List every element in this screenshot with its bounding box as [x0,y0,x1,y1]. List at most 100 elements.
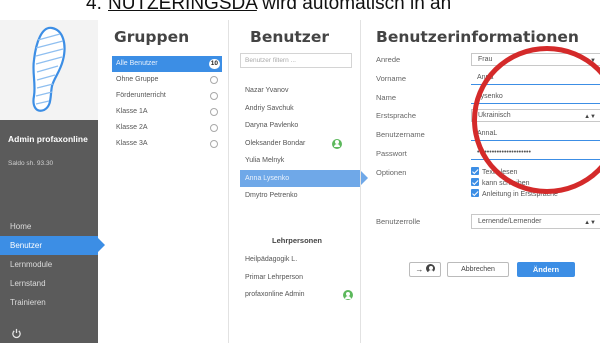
user-profile-icon [343,290,353,300]
nav-home[interactable]: Home [0,217,98,236]
row-passwort: Passwort •••••••••••••••••••••• [376,147,600,161]
column-divider [228,20,229,343]
passwort-input[interactable]: •••••••••••••••••••••• [471,147,600,160]
nav-lernmodule[interactable]: Lernmodule [0,255,98,274]
label-benutzerrolle: Benutzerrolle [376,217,421,226]
groups-title: Gruppen [114,28,190,46]
list-item[interactable]: Daryna Pavlenko [240,117,360,135]
staff-list: Heilpädagogik L. Primar Lehrperson profa… [240,251,360,304]
label-passwort: Passwort [376,149,407,158]
label-anrede: Anrede [376,55,401,64]
group-label: Klasse 1A [116,108,148,115]
benutzerrolle-value: Lernende/Lernender [478,218,542,225]
list-item[interactable]: Primar Lehrperson [240,269,360,287]
cancel-button[interactable]: Abbrechen [447,262,509,277]
sidebar: Admin profaxonline Saldo sh. 93.30 Home … [0,20,105,343]
name-input[interactable]: Lysenko [471,91,600,104]
footprint-logo-icon [32,26,66,112]
group-item-foerderunterricht[interactable]: Förderunterricht [112,88,222,104]
row-name: Name Lysenko [376,91,600,105]
benutzername-input[interactable]: AnnaL [471,128,600,141]
group-label: Förderunterricht [116,92,166,99]
label-vorname: Vorname [376,74,407,83]
option-anleitung-erstsprache[interactable]: Anleitung in Erstsprache [471,189,558,199]
caption-text: NUTZERINGSDA wird automatisch in an [108,0,451,13]
label-erstsprache: Erstsprache [376,111,417,120]
caption-link[interactable]: NUTZERINGSDA [108,0,257,14]
list-item[interactable]: Oleksander Bondar [240,135,360,153]
row-vorname: Vorname Anna [376,72,600,86]
nav-lernstand[interactable]: Lernstand [0,274,98,293]
erstsprache-select[interactable]: Ukrainisch ▲▼ [471,109,600,122]
logo-area [0,20,98,120]
power-icon[interactable] [11,328,22,339]
app-window: Admin profaxonline Saldo sh. 93.30 Home … [0,20,600,343]
account-title: Admin profaxonline [8,134,88,144]
vorname-input[interactable]: Anna [471,72,600,85]
select-arrows-icon: ▲▼ [584,58,596,64]
list-item[interactable]: profaxonline Admin [240,286,360,304]
erstsprache-value: Ukrainisch [478,112,511,119]
group-label: Alle Benutzer [116,60,158,67]
group-item-klasse-3a[interactable]: Klasse 3A [112,136,222,152]
user-info-title: Benutzerinformationen [376,28,579,46]
save-button[interactable]: Ändern [517,262,575,277]
checkbox-checked-icon[interactable] [471,178,479,186]
arrow-right-icon: → [415,265,424,274]
option-label: Anleitung in Erstsprache [482,191,558,198]
group-item-ohne-gruppe[interactable]: Ohne Gruppe [112,72,222,88]
list-item[interactable]: Heilpädagogik L. [240,251,360,269]
row-anrede: Anrede Frau ▲▼ [376,53,600,67]
staff-section-title: Lehrpersonen [272,236,323,245]
checkbox-checked-icon[interactable] [471,189,479,197]
next-user-button[interactable]: → [409,262,441,277]
group-status-icon [210,92,218,100]
user-filter-input[interactable]: Benutzer filtern ... [240,53,352,68]
users-column: Benutzer Benutzer filtern ... Nazar Yvan… [232,20,368,343]
user-name: profaxonline Admin [245,291,305,298]
option-kann-schreiben[interactable]: kann schreiben [471,178,529,188]
users-title: Benutzer [250,28,329,46]
anrede-select[interactable]: Frau ▲▼ [471,53,600,66]
column-divider [360,20,361,343]
select-arrows-icon: ▲▼ [584,114,596,120]
label-benutzername: Benutzername [376,130,425,139]
row-optionen: Optionen Texte lesen kann schreiben Anle… [376,166,600,210]
group-label: Klasse 2A [116,124,148,131]
group-status-icon [210,140,218,148]
row-erstsprache: Erstsprache Ukrainisch ▲▼ [376,109,600,123]
label-name: Name [376,93,397,102]
nav-trainieren[interactable]: Trainieren [0,293,98,312]
group-label: Klasse 3A [116,140,148,147]
user-info-panel: Benutzerinformationen Anrede Frau ▲▼ Vor… [362,20,600,343]
list-item[interactable]: Nazar Yvanov [240,82,360,100]
group-item-klasse-1a[interactable]: Klasse 1A [112,104,222,120]
user-icon [425,264,435,273]
option-label: Texte lesen [482,169,518,176]
option-texte-lesen[interactable]: Texte lesen [471,167,517,177]
benutzerrolle-select[interactable]: Lernende/Lernender ▲▼ [471,214,600,229]
nav-benutzer[interactable]: Benutzer [0,236,105,255]
caption-rest: wird automatisch in an [262,0,452,14]
sidebar-nav: Home Benutzer Lernmodule Lernstand Train… [0,217,105,312]
group-status-icon [210,76,218,84]
label-optionen: Optionen [376,168,407,177]
groups-column: Gruppen Alle Benutzer 10 Ohne Gruppe För… [98,20,226,343]
list-item[interactable]: Dmytro Petrenko [240,187,360,205]
step-number: 4. [86,0,102,14]
list-item[interactable]: Andriy Savchuk [240,100,360,118]
account-balance: Saldo sh. 93.30 [8,160,54,167]
user-name: Oleksander Bondar [245,139,306,147]
option-label: kann schreiben [482,180,530,187]
sidebar-panel: Admin profaxonline Saldo sh. 93.30 Home … [0,120,105,343]
group-label: Ohne Gruppe [116,76,159,83]
group-item-alle-benutzer[interactable]: Alle Benutzer 10 [112,56,222,72]
user-profile-icon [332,138,342,149]
list-item[interactable]: Yulia Melnyk [240,152,360,170]
checkbox-checked-icon[interactable] [471,167,479,175]
group-list: Alle Benutzer 10 Ohne Gruppe Förderunter… [112,56,222,152]
row-benutzerrolle: Benutzerrolle Lernende/Lernender ▲▼ [376,214,600,229]
group-item-klasse-2a[interactable]: Klasse 2A [112,120,222,136]
select-arrows-icon: ▲▼ [584,220,596,226]
list-item-selected[interactable]: Anna Lysenko [240,169,368,187]
